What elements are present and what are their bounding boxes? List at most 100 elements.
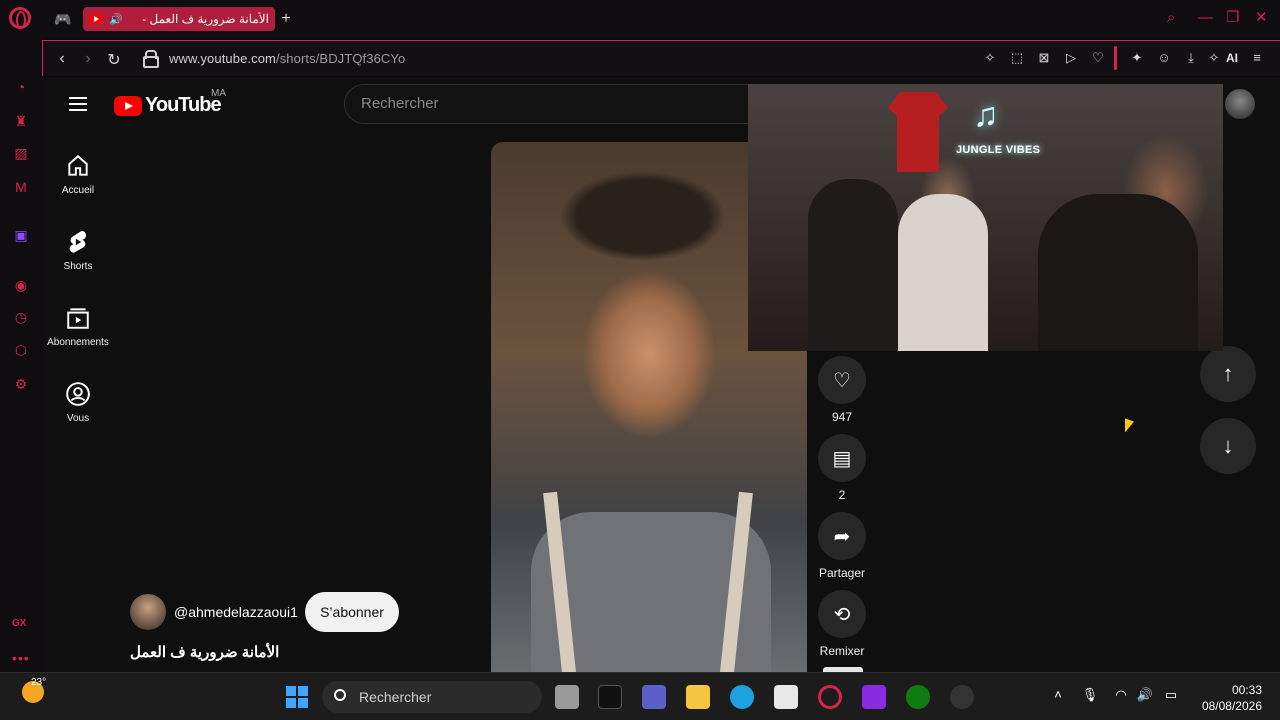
restore-button[interactable]: ❐ [1226, 10, 1239, 26]
microphone-icon[interactable]: 🎙 [1081, 687, 1099, 703]
subscribe-button[interactable]: S’abonner [305, 592, 399, 632]
extensions-sidebar-icon[interactable]: ⬡ [11, 341, 31, 359]
lock-icon[interactable] [143, 50, 159, 68]
remix-button[interactable]: ⟲ Remixer [817, 590, 867, 658]
speaker-icon[interactable]: 🔊 [109, 13, 123, 26]
weather-temperature: 23° [31, 677, 47, 688]
taskbar-search[interactable]: Rechercher [322, 681, 542, 713]
gx-sidebar: ◔ ♜ ▨ M ▣ ◉ ◷ ⬡ ⚙ GX ••• [0, 38, 42, 672]
video-frame [888, 92, 948, 172]
new-tab-button[interactable]: + [278, 9, 294, 29]
country-code: MA [211, 88, 226, 99]
gamepad-icon[interactable]: 🎮 [53, 9, 73, 29]
search-icon[interactable]: ⌕ [1167, 10, 1175, 26]
shorts-icon [65, 229, 91, 255]
profile-icon[interactable]: ☺ [1155, 49, 1173, 67]
like-icon: ♡ [818, 356, 866, 404]
extensions-icon[interactable]: ✦ [1128, 49, 1146, 67]
subscriptions-icon [65, 305, 91, 331]
gx-control-icon[interactable]: ◔ [11, 78, 31, 96]
back-button[interactable]: ‹ [53, 50, 71, 68]
gx-corner-icon[interactable]: ♜ [11, 112, 31, 130]
app-icon[interactable] [862, 685, 886, 709]
address-bar: ‹ › ↻ www.youtube.com/shorts/BDJTQf36CYo… [42, 40, 1280, 76]
teams-icon[interactable] [642, 685, 666, 709]
close-button[interactable]: ✕ [1255, 10, 1268, 26]
youtube-logo[interactable]: YouTube [114, 94, 222, 117]
browser-title-bar: 🎮 🔊 الأمانة ضرورية ف العمل - + ⌕ — ❐ ✕ [0, 0, 1280, 38]
task-view-icon[interactable] [555, 685, 579, 709]
system-clock[interactable]: 00:33 08/08/2026 [1196, 682, 1262, 714]
snapshot-icon[interactable]: ⬚ [1008, 49, 1026, 67]
pin-icon[interactable]: ✧ [981, 49, 999, 67]
file-explorer-icon[interactable] [686, 685, 710, 709]
volume-icon[interactable]: 🔊 [1136, 687, 1154, 703]
guide-item-subscriptions[interactable]: Abonnements [43, 305, 113, 348]
opera-gx-icon[interactable] [818, 685, 842, 709]
xbox-icon[interactable] [906, 685, 930, 709]
search-input[interactable]: Rechercher [344, 84, 764, 124]
guide-item-you[interactable]: Vous [43, 381, 113, 424]
guide-menu-button[interactable] [69, 97, 87, 111]
url-field[interactable]: www.youtube.com/shorts/BDJTQf36CYo [169, 51, 405, 66]
channel-avatar[interactable] [130, 594, 166, 630]
comment-icon: ▤ [818, 434, 866, 482]
gx-label[interactable]: GX [12, 618, 26, 629]
bookmark-heart-icon[interactable]: ♡ [1089, 49, 1107, 67]
battery-icon[interactable]: ▭ [1162, 687, 1180, 703]
like-button[interactable]: ♡ 947 [817, 356, 867, 424]
windows-taskbar: 23° Rechercher ˄ 🎙 ◠ 🔊 ▭ 00:33 08/08/202… [0, 672, 1280, 720]
video-frame [898, 194, 988, 351]
chevron-up-icon[interactable]: ˄ [1049, 687, 1067, 702]
video-frame [808, 179, 898, 351]
next-short-button[interactable]: ↓ [1200, 418, 1256, 474]
opera-logo[interactable] [9, 7, 31, 29]
share-button[interactable]: ➦ Partager [817, 512, 867, 580]
edge-icon[interactable] [730, 685, 754, 709]
forward-button[interactable]: › [79, 50, 97, 68]
youtube-favicon-icon [89, 14, 103, 24]
video-frame [1038, 194, 1198, 351]
share-icon: ➦ [818, 512, 866, 560]
ai-sparkle-icon[interactable]: ✧ [1205, 49, 1223, 67]
account-icon [65, 381, 91, 407]
toolbar-divider [1114, 46, 1117, 70]
history-icon[interactable]: ◷ [11, 308, 31, 326]
search-icon [334, 689, 346, 701]
player-sidebar-icon[interactable]: ◉ [11, 276, 31, 294]
store-icon[interactable] [774, 685, 798, 709]
guide-item-shorts[interactable]: Shorts [43, 229, 113, 272]
player-icon[interactable]: ▷ [1062, 49, 1080, 67]
menu-icon[interactable]: ≡ [1248, 49, 1266, 67]
mouse-cursor [1125, 418, 1134, 436]
download-icon[interactable]: ⤓ [1182, 49, 1200, 67]
account-avatar[interactable] [1225, 89, 1255, 119]
more-dots-icon[interactable]: ••• [12, 650, 30, 666]
reload-button[interactable]: ↻ [105, 50, 123, 70]
comment-count: 2 [838, 488, 846, 502]
adblock-icon[interactable]: ⊠ [1035, 49, 1053, 67]
obs-icon[interactable] [950, 685, 974, 709]
picture-in-picture-video[interactable]: ♫ JUNGLE VIBES [748, 84, 1223, 351]
ai-button[interactable]: AI [1226, 51, 1238, 65]
tab-title: الأمانة ضرورية ف العمل - [142, 12, 269, 26]
short-title: الأمانة ضرورية ف العمل [130, 644, 280, 661]
channel-handle[interactable]: @ahmedelazzaoui1 [174, 604, 298, 620]
wifi-icon[interactable]: ◠ [1112, 687, 1130, 703]
previous-short-button[interactable]: ↑ [1200, 346, 1256, 402]
gx-mods-icon[interactable]: M [11, 178, 31, 196]
active-tab[interactable]: 🔊 الأمانة ضرورية ف العمل - [83, 7, 275, 31]
guide-item-home[interactable]: Accueil [43, 153, 113, 196]
settings-icon[interactable]: ⚙ [11, 375, 31, 393]
gx-hot-tabs-icon[interactable]: ▨ [11, 144, 31, 162]
start-button[interactable] [286, 686, 308, 708]
home-icon [65, 153, 91, 179]
twitch-icon[interactable]: ▣ [11, 226, 31, 244]
arrow-down-icon: ↓ [1222, 433, 1234, 458]
minimize-button[interactable]: — [1198, 10, 1213, 26]
comments-button[interactable]: ▤ 2 [817, 434, 867, 502]
remix-icon: ⟲ [818, 590, 866, 638]
neon-sign-text: JUNGLE VIBES [956, 144, 1041, 156]
neon-palm-icon: ♫ [973, 96, 999, 134]
fc-game-icon[interactable] [598, 685, 622, 709]
